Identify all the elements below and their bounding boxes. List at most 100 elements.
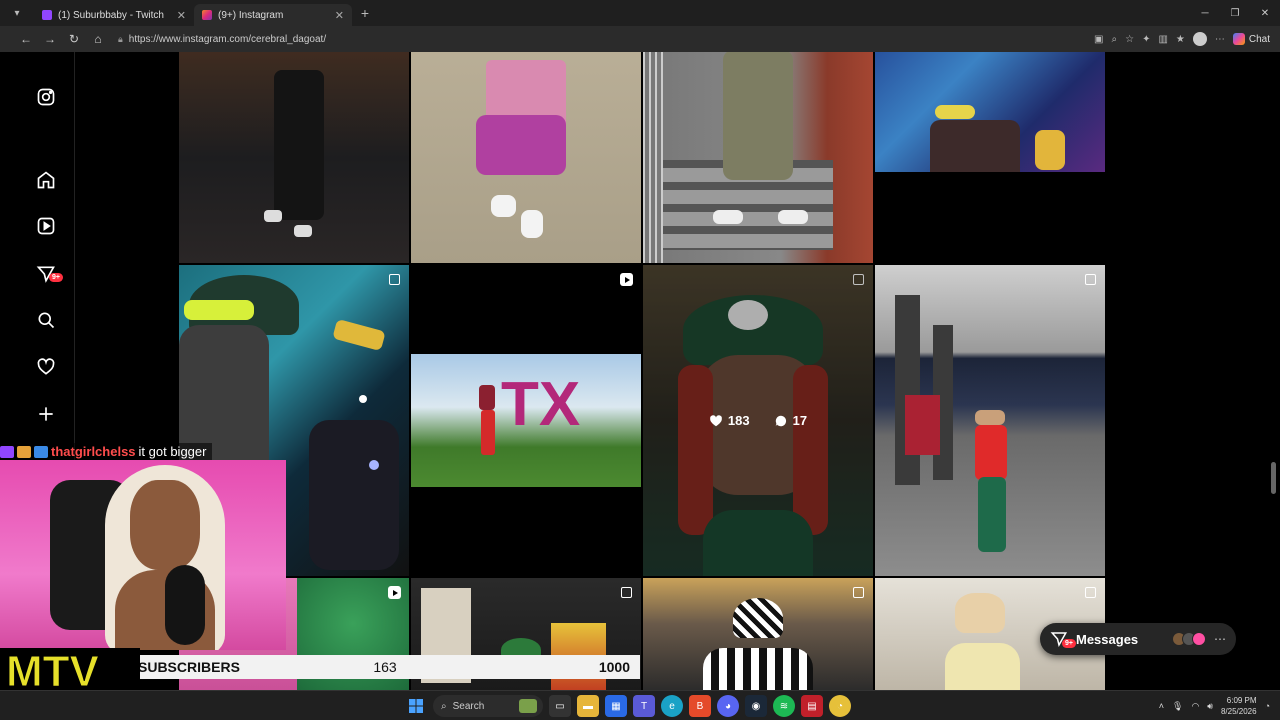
- tx-sculpture: TX: [501, 370, 581, 439]
- notification-bell-icon[interactable]: ◔: [1265, 701, 1270, 711]
- tab-actions-menu[interactable]: ▾: [0, 0, 34, 26]
- more-options-icon[interactable]: ⋯: [1214, 632, 1226, 646]
- twitch-favicon-icon: [42, 10, 52, 20]
- post-hover-stats: 183 17: [643, 265, 873, 576]
- taskbar-search[interactable]: ⌕ Search: [433, 695, 543, 717]
- toolbar-extensions: ▣ ⌕ ☆ ✦ ▥ ★ ⋯ Chat: [1094, 32, 1280, 46]
- tab-twitch[interactable]: (1) Suburbbaby - Twitch ✕: [34, 4, 194, 26]
- app-icon[interactable]: ◔: [829, 695, 851, 717]
- browser-toolbar: ← → ↻ ⌂ 🔒︎ https://www.instagram.com/cer…: [0, 26, 1280, 52]
- windows-taskbar: ⌕ Search ▭ ▬ ▦ T e B ◕ ◉ ≋ ▤ ◔ ˄ 🎙︎ ◠ 🔊︎…: [0, 690, 1280, 720]
- gift-badge-icon: [34, 445, 48, 458]
- refresh-button[interactable]: ↻: [62, 32, 86, 46]
- tray-overflow-icon[interactable]: ˄: [1159, 701, 1164, 711]
- taskbar-apps: ⌕ Search ▭ ▬ ▦ T e B ◕ ◉ ≋ ▤ ◔: [405, 695, 851, 717]
- chat-text: it got bigger: [138, 444, 207, 459]
- brave-icon[interactable]: B: [689, 695, 711, 717]
- stream-chat-message: thatgirlchelss it got bigger: [0, 443, 213, 460]
- lock-icon: 🔒︎: [118, 33, 123, 44]
- microphone-icon[interactable]: 🎙︎: [1172, 701, 1183, 712]
- chat-label: Chat: [1248, 33, 1270, 45]
- minimize-button[interactable]: ─: [1190, 8, 1220, 19]
- close-window-button[interactable]: ✕: [1250, 8, 1280, 19]
- forward-button[interactable]: →: [38, 32, 62, 46]
- address-bar[interactable]: 🔒︎ https://www.instagram.com/cerebral_da…: [118, 29, 1018, 49]
- avatar: [1192, 632, 1206, 646]
- messages-avatars: [1172, 632, 1206, 646]
- maximize-button[interactable]: ❐: [1220, 8, 1250, 19]
- edge-icon[interactable]: e: [661, 695, 683, 717]
- home-icon[interactable]: [35, 169, 57, 191]
- post-thumbnail-hovered[interactable]: 183 17: [643, 265, 873, 576]
- carousel-indicator-icon: [620, 586, 633, 599]
- favorite-star-icon[interactable]: ☆: [1125, 34, 1134, 45]
- likes-value: 183: [727, 413, 750, 428]
- messages-button[interactable]: 9+ Messages ⋯: [1040, 623, 1236, 655]
- steam-icon[interactable]: ◉: [745, 695, 767, 717]
- tab-title: (1) Suburbbaby - Twitch: [58, 9, 164, 21]
- tab-instagram[interactable]: (9+) Instagram ✕: [194, 4, 352, 26]
- comments-count: 17: [774, 413, 807, 428]
- notifications-heart-icon[interactable]: [35, 356, 57, 378]
- start-button[interactable]: [405, 695, 427, 717]
- post-thumbnail[interactable]: [179, 52, 409, 263]
- carousel-indicator-icon: [1084, 273, 1097, 286]
- file-explorer-icon[interactable]: ▬: [577, 695, 599, 717]
- twitch-badge-icon: [0, 445, 14, 458]
- post-thumbnail[interactable]: [875, 265, 1105, 576]
- favorites-icon[interactable]: ★: [1176, 34, 1185, 45]
- subgoal-target: 1000: [598, 659, 630, 675]
- heart-filled-icon: [709, 414, 722, 426]
- tab-title: (9+) Instagram: [218, 9, 284, 21]
- instagram-logo-icon[interactable]: [35, 86, 57, 108]
- copilot-chat-button[interactable]: Chat: [1232, 33, 1270, 45]
- close-tab-icon[interactable]: ✕: [177, 9, 186, 22]
- volume-icon[interactable]: 🔊︎: [1207, 701, 1213, 712]
- app-available-icon[interactable]: ▣: [1094, 34, 1103, 45]
- mtv-overlay-logo: MTV: [0, 648, 140, 690]
- spotify-icon[interactable]: ≋: [773, 695, 795, 717]
- post-thumbnail[interactable]: [643, 578, 873, 690]
- comment-bubble-icon: [775, 415, 786, 426]
- reel-indicator-icon: [620, 273, 633, 286]
- subgoal-label: SUBSCRIBERS: [138, 659, 240, 675]
- mtv-logo-text: MTV: [6, 648, 100, 690]
- taskbar-clock[interactable]: 6:09 PM 8/25/2026: [1221, 695, 1257, 717]
- messages-label: Messages: [1076, 631, 1139, 647]
- store-icon[interactable]: ▦: [605, 695, 627, 717]
- chat-username: thatgirlchelss: [51, 444, 136, 459]
- subscriber-goal-bar: SUBSCRIBERS 163 1000: [130, 655, 640, 679]
- zoom-icon[interactable]: ⌕: [1111, 34, 1117, 45]
- browser-tabbar: ▾ (1) Suburbbaby - Twitch ✕ (9+) Instagr…: [0, 0, 1280, 26]
- discord-icon[interactable]: ◕: [717, 695, 739, 717]
- post-thumbnail[interactable]: [643, 52, 873, 263]
- search-icon[interactable]: [35, 309, 57, 331]
- search-icon: ⌕: [441, 700, 447, 712]
- direct-messages-icon[interactable]: 9+: [35, 263, 63, 285]
- home-button[interactable]: ⌂: [86, 32, 110, 46]
- teams-icon[interactable]: T: [633, 695, 655, 717]
- reels-icon[interactable]: [35, 215, 57, 237]
- task-view-icon[interactable]: ▭: [549, 695, 571, 717]
- app-icon[interactable]: ▤: [801, 695, 823, 717]
- likes-count: 183: [709, 413, 750, 428]
- new-tab-button[interactable]: +: [352, 5, 378, 21]
- search-highlight-icon: [519, 699, 537, 713]
- post-thumbnail[interactable]: TX: [411, 265, 641, 576]
- create-plus-icon[interactable]: [35, 403, 57, 425]
- extensions-icon[interactable]: ✦: [1142, 34, 1150, 45]
- clock-time: 6:09 PM: [1226, 696, 1257, 705]
- wifi-icon[interactable]: ◠: [1191, 701, 1199, 712]
- notification-badge: 9+: [49, 273, 63, 282]
- post-thumbnail[interactable]: [875, 52, 1105, 263]
- split-screen-icon[interactable]: ▥: [1158, 34, 1167, 45]
- url-text: https://www.instagram.com/cerebral_dagoa…: [128, 33, 327, 45]
- close-tab-icon[interactable]: ✕: [335, 9, 344, 22]
- profile-avatar[interactable]: [1192, 32, 1207, 46]
- page-scrollbar[interactable]: [1271, 462, 1276, 494]
- streamer-webcam: [0, 460, 286, 650]
- windows-icon: [409, 699, 423, 713]
- more-menu-icon[interactable]: ⋯: [1215, 34, 1225, 45]
- post-thumbnail[interactable]: [411, 52, 641, 263]
- back-button[interactable]: ←: [14, 32, 38, 46]
